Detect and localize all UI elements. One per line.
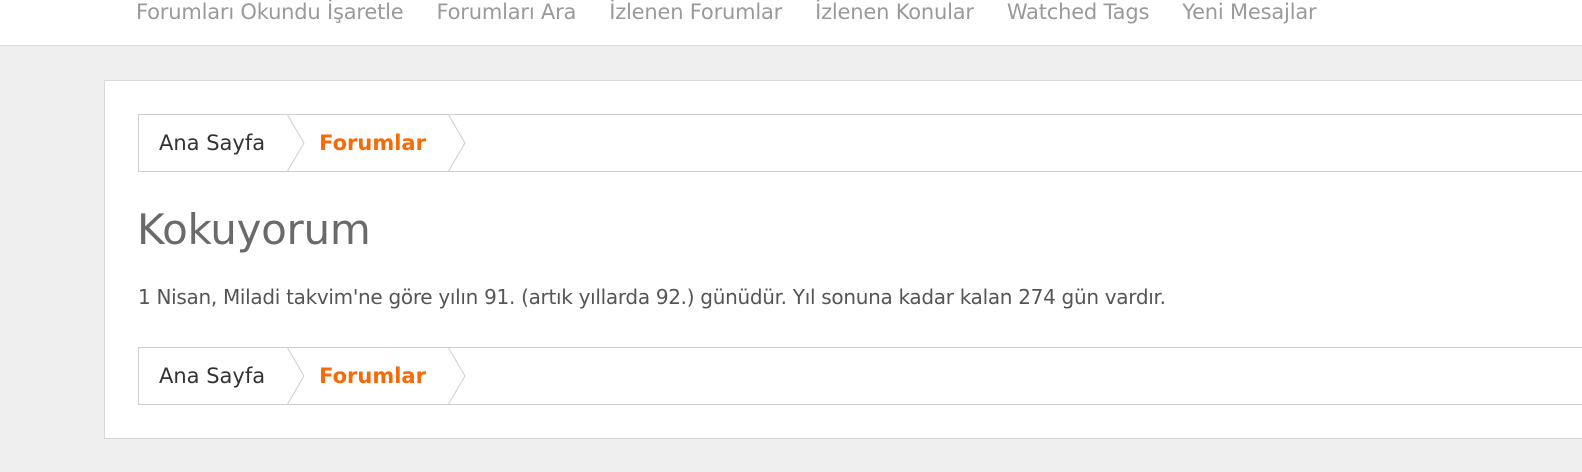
nav-watched-threads[interactable]: İzlenen Konular xyxy=(815,0,974,28)
breadcrumb-separator-icon xyxy=(287,114,305,172)
breadcrumb-home-link[interactable]: Ana Sayfa xyxy=(139,115,287,171)
breadcrumb-separator-icon xyxy=(447,347,466,405)
page-description: 1 Nisan, Miladi takvim'ne göre yılın 91.… xyxy=(138,285,1166,309)
nav-new-posts[interactable]: Yeni Mesajlar xyxy=(1182,0,1316,28)
nav-mark-forums-read[interactable]: Forumları Okundu İşaretle xyxy=(136,0,404,28)
breadcrumb-bottom: Ana Sayfa Forumlar xyxy=(138,347,1582,405)
main-content-panel: Ana Sayfa Forumlar Kokuyorum 1 Nisan, Mi… xyxy=(104,80,1582,439)
nav-search-forums[interactable]: Forumları Ara xyxy=(437,0,577,28)
top-navigation-links: Forumları Okundu İşaretle Forumları Ara … xyxy=(136,0,1317,28)
top-navigation-bar: Forumları Okundu İşaretle Forumları Ara … xyxy=(0,0,1582,46)
page-title: Kokuyorum xyxy=(137,205,371,254)
breadcrumb-forums-link[interactable]: Forumlar xyxy=(305,348,448,404)
breadcrumb-forums-link[interactable]: Forumlar xyxy=(305,115,448,171)
breadcrumb-home-link[interactable]: Ana Sayfa xyxy=(139,348,287,404)
breadcrumb-separator-icon xyxy=(287,347,305,405)
breadcrumb-top: Ana Sayfa Forumlar xyxy=(138,114,1582,172)
breadcrumb-separator-icon xyxy=(447,114,466,172)
nav-watched-tags[interactable]: Watched Tags xyxy=(1007,0,1150,28)
nav-watched-forums[interactable]: İzlenen Forumlar xyxy=(609,0,782,28)
